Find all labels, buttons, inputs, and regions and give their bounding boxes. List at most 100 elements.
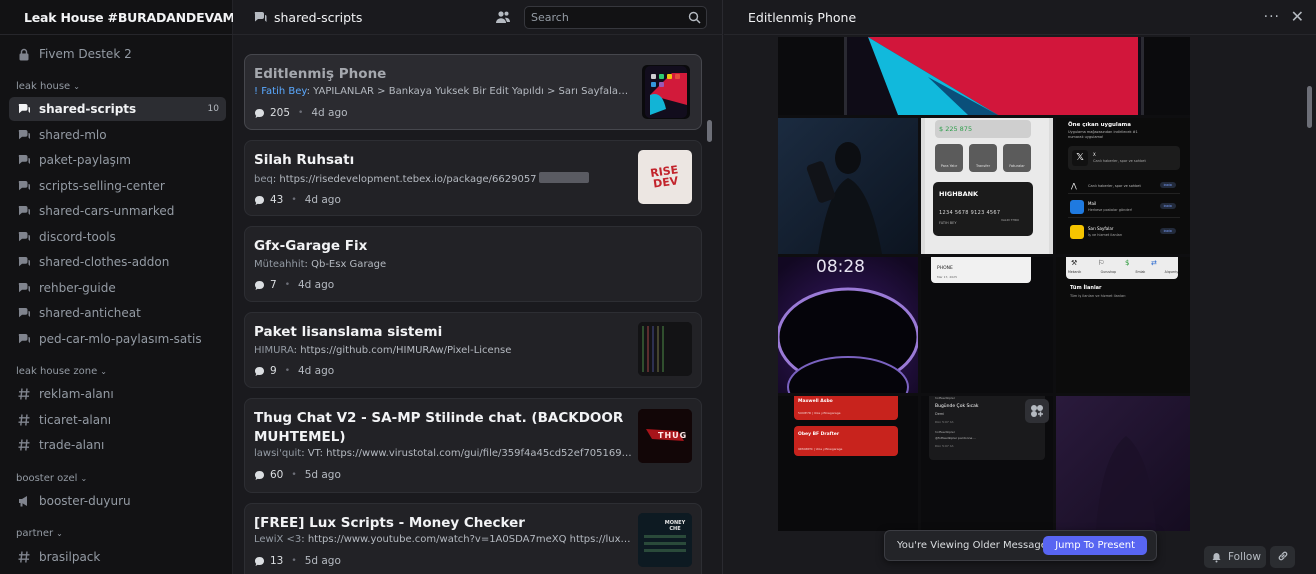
list-item-title: Maxwell Asbo: [798, 399, 833, 404]
gallery-image[interactable]: [778, 118, 918, 254]
post-age: 4d ago: [298, 365, 335, 377]
category-leak-house-zone[interactable]: leak house zone ⌄: [16, 366, 107, 377]
chat-bubble-icon: [254, 108, 265, 119]
channel-shared-anticheat[interactable]: shared-anticheat: [9, 301, 226, 325]
category-booster-ozel[interactable]: booster ozel ⌄: [16, 473, 87, 484]
dollar-icon: $: [1125, 259, 1130, 267]
thumbnail-logo-text: MONEY CHE: [664, 520, 686, 532]
channel-fivem-destek[interactable]: Fivem Destek 2: [9, 42, 226, 66]
channel-scripts-selling-center[interactable]: scripts-selling-center: [9, 174, 226, 198]
gallery-image[interactable]: [778, 37, 1190, 115]
notif-user: hotfeedkipler: [935, 430, 955, 434]
scrollbar-thumb[interactable]: [707, 120, 712, 142]
post-meta: 13 • 5d ago: [254, 555, 341, 567]
unread-badge: 10: [207, 104, 219, 114]
channel-rehber-guide[interactable]: rehber-guide: [9, 276, 226, 300]
forum-post[interactable]: Editlenmiş Phone ! Fatih Bey: YAPILANLAR…: [244, 54, 702, 130]
post-meta: 9 • 4d ago: [254, 365, 334, 377]
older-messages-banner: You're Viewing Older Messages Jump To Pr…: [884, 530, 1157, 561]
notif-time: Dün 5:07 öö: [935, 444, 954, 448]
channel-ticaret-alanı[interactable]: ticaret-alanı: [9, 408, 226, 432]
category-leak-house[interactable]: leak house ⌄: [16, 81, 80, 92]
people-icon[interactable]: [495, 10, 511, 25]
reply-count: 7: [270, 279, 277, 291]
forum-icon: [17, 102, 31, 116]
post-author: lawsi'quit: [254, 448, 302, 459]
more-icon[interactable]: ···: [1264, 9, 1280, 25]
gallery-image[interactable]: 08:28: [778, 257, 918, 393]
post-title: Silah Ruhsatı: [254, 152, 355, 168]
swap-icon: ⇄: [1151, 259, 1157, 267]
chevron-down-icon: ⌄: [80, 474, 88, 483]
store-row: ⋀ Canlı haberler, spor ve sohbet İNDİR: [1068, 180, 1180, 194]
x-app-icon: 𝕏: [1072, 150, 1088, 166]
channel-reklam-alanı[interactable]: reklam-alanı: [9, 382, 226, 406]
post-preview-text: VT: https://www.virustotal.com/gui/file/…: [307, 448, 632, 459]
bank-balance: $ 225 875: [939, 125, 973, 133]
ilan-tab: Gurushop: [1100, 270, 1117, 274]
forum-post[interactable]: Paket lisanslama sistemi HIMURA: https:/…: [244, 312, 702, 388]
copy-link-button[interactable]: [1270, 546, 1295, 568]
post-meta: 7 • 4d ago: [254, 279, 334, 291]
forum-post[interactable]: Silah Ruhsatı beq: https://risedevelopme…: [244, 140, 702, 216]
gallery-image[interactable]: Maxwell Asbo 5UIXE7R | Vole yiflowgarage…: [778, 396, 918, 531]
forum-post[interactable]: [FREE] Lux Scripts - Money Checker LewiX…: [244, 503, 702, 574]
category-label: leak house zone: [16, 366, 98, 377]
store-get-button: İNDİR: [1159, 182, 1176, 188]
gallery-image[interactable]: [1056, 396, 1190, 531]
post-meta: 60 • 5d ago: [254, 469, 341, 481]
post-title: Gfx-Garage Fix: [254, 238, 368, 254]
bank-button-label: Para Yatır: [940, 164, 958, 168]
store-app-desc: Canlı haberler, spor ve sohbet: [1088, 184, 1141, 188]
channel-discord-tools[interactable]: discord-tools: [9, 225, 226, 249]
store-app-name: Sarı Sayfalar: [1088, 226, 1114, 231]
forum-panel: shared-scripts Search Editlenmiş Phone !…: [233, 0, 723, 574]
search-input[interactable]: Search: [524, 6, 707, 29]
post-preview-text: https://risedevelopment.tebex.io/package…: [279, 174, 537, 185]
channel-shared-scripts[interactable]: shared-scripts 10: [9, 97, 226, 121]
channel-brasilpack[interactable]: brasilpack: [9, 545, 226, 569]
gallery-image[interactable]: PHONE Mar 17, 2025: [921, 257, 1053, 393]
image-gallery[interactable]: $ 225 875 Para Yatır Transfer Faturalar …: [778, 37, 1190, 531]
post-preview-text: https://www.youtube.com/watch?v=1A0SDA7m…: [307, 534, 632, 545]
jump-to-present-button[interactable]: Jump To Present: [1043, 536, 1147, 555]
category-label: booster ozel: [16, 473, 78, 484]
ilan-tab: Alışveriş: [1164, 270, 1178, 274]
post-meta: 205 • 4d ago: [254, 107, 348, 119]
gallery-image[interactable]: Öne çıkan uygulama Uygulama mağazasından…: [1056, 118, 1190, 254]
x-app-icon: ⋀: [1071, 182, 1077, 190]
post-preview: beq: https://risedevelopment.tebex.io/pa…: [254, 172, 632, 185]
notif-title: Bugünde Çok Sıcak: [935, 404, 979, 409]
post-title: Editlenmiş Phone: [254, 66, 387, 82]
channel-paket-paylaşım[interactable]: paket-paylaşım: [9, 148, 226, 172]
channel-shared-clothes-addon[interactable]: shared-clothes-addon: [9, 250, 226, 274]
channel-ped-car-mlo-paylasım-satis[interactable]: ped-car-mlo-paylasım-satis: [9, 327, 226, 351]
channel-label: ped-car-mlo-paylasım-satis: [39, 331, 202, 346]
forum-icon: [17, 306, 31, 320]
server-header[interactable]: Leak House #BURADANDEVAM ⌵: [0, 0, 249, 35]
store-app-name: Mail: [1088, 201, 1097, 206]
channel-shared-mlo[interactable]: shared-mlo: [9, 123, 226, 147]
card-valid-label: VALID THRU: [1001, 218, 1020, 222]
follow-button[interactable]: Follow: [1204, 546, 1266, 568]
lockscreen-clock: 08:28: [816, 257, 865, 277]
close-icon[interactable]: ✕: [1291, 7, 1304, 26]
forum-post[interactable]: Thug Chat V2 - SA-MP Stilinde chat. (BAC…: [244, 398, 702, 493]
ilan-tabs: Mekanik Gurushop Emlak Alışveriş: [1068, 270, 1178, 274]
category-partner[interactable]: partner ⌄: [16, 528, 63, 539]
gallery-image[interactable]: ⚒ ⚐ $ ⇄ Mekanik Gurushop Emlak Alışveriş…: [1056, 257, 1190, 393]
channel-booster-duyuru[interactable]: booster-duyuru: [9, 489, 226, 513]
forum-icon: [1025, 399, 1049, 423]
post-meta: 43 • 4d ago: [254, 194, 341, 206]
scrollbar-thumb[interactable]: [1307, 86, 1312, 128]
card-brand: HIGHBANK: [939, 190, 979, 198]
phone-date: Mar 17, 2025: [937, 275, 957, 279]
channel-trade-alanı[interactable]: trade-alanı: [9, 433, 226, 457]
forum-post[interactable]: Gfx-Garage Fix Müteahhit: Qb-Esx Garage …: [244, 226, 702, 302]
hash-icon: [17, 550, 31, 564]
chat-bubble-icon: [254, 195, 265, 206]
gallery-image[interactable]: $ 225 875 Para Yatır Transfer Faturalar …: [921, 118, 1053, 254]
channel-shared-cars-unmarked[interactable]: shared-cars-unmarked: [9, 199, 226, 223]
post-preview: LewiX <3: https://www.youtube.com/watch?…: [254, 534, 632, 545]
gallery-image[interactable]: hotfeedkipler Bugünde Çok Sıcak Demi Dün…: [921, 396, 1053, 531]
